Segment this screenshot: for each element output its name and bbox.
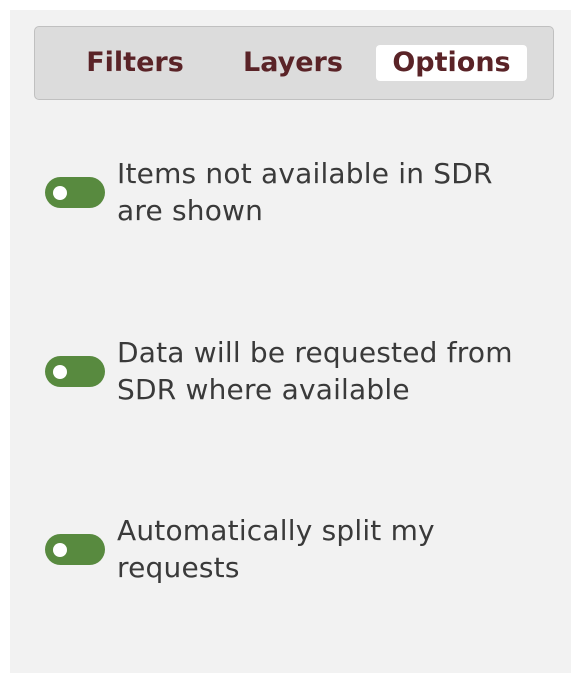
option-label: Automatically split my requests bbox=[117, 514, 435, 584]
option-label: Data will be requested from SDR where av… bbox=[117, 336, 513, 406]
toggle-split-requests[interactable] bbox=[45, 534, 105, 565]
options-panel: Filters Layers Options Items not availab… bbox=[10, 10, 571, 673]
tab-options[interactable]: Options bbox=[376, 45, 527, 81]
tab-bar: Filters Layers Options bbox=[34, 26, 554, 100]
option-label: Items not available in SDR are shown bbox=[117, 157, 493, 227]
toggle-knob bbox=[53, 364, 67, 379]
toggle-request-from-sdr[interactable] bbox=[45, 356, 105, 387]
tab-layers[interactable]: Layers bbox=[237, 45, 349, 81]
tab-filters[interactable]: Filters bbox=[81, 45, 189, 81]
toggle-show-unavailable-items[interactable] bbox=[45, 177, 105, 208]
toggle-knob bbox=[53, 542, 67, 557]
toggle-knob bbox=[53, 185, 67, 200]
